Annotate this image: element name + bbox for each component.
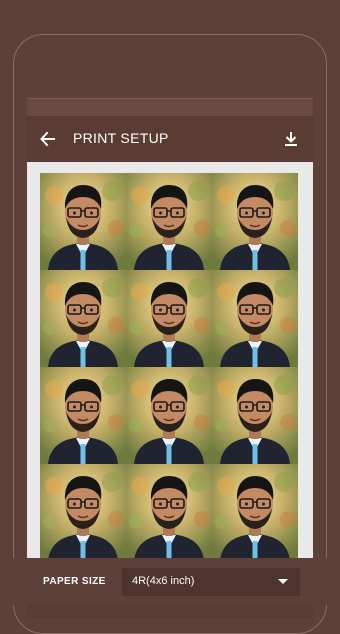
paper-size-bar: PAPER SIZE 4R(4x6 inch) (0, 558, 340, 605)
paper-size-dropdown[interactable]: 4R(4x6 inch) (122, 568, 300, 596)
passport-photo-tile (126, 173, 212, 270)
page-title: PRINT SETUP (73, 130, 169, 146)
passport-photo-tile (212, 464, 298, 561)
app-screen: PRINT SETUP (27, 98, 313, 618)
app-bar: PRINT SETUP (27, 116, 313, 162)
dropdown-arrow-icon (278, 579, 288, 584)
paper-sheet (40, 173, 298, 563)
passport-photo-tile (40, 270, 126, 367)
passport-photo-tile (40, 173, 126, 270)
passport-photo-tile (126, 464, 212, 561)
passport-photo-tile (126, 270, 212, 367)
paper-size-value: 4R(4x6 inch) (132, 575, 195, 587)
passport-photo-tile (40, 367, 126, 464)
print-preview-area (27, 162, 313, 563)
passport-photo-tile (40, 464, 126, 561)
passport-photo-tile (212, 270, 298, 367)
passport-photo-tile (212, 367, 298, 464)
passport-photo-tile (126, 367, 212, 464)
status-bar (27, 98, 313, 117)
passport-photo-tile (212, 173, 298, 270)
arrow-back-icon[interactable] (38, 129, 58, 149)
paper-size-label: PAPER SIZE (43, 576, 106, 587)
download-icon[interactable] (281, 129, 301, 149)
photo-grid (40, 173, 298, 561)
